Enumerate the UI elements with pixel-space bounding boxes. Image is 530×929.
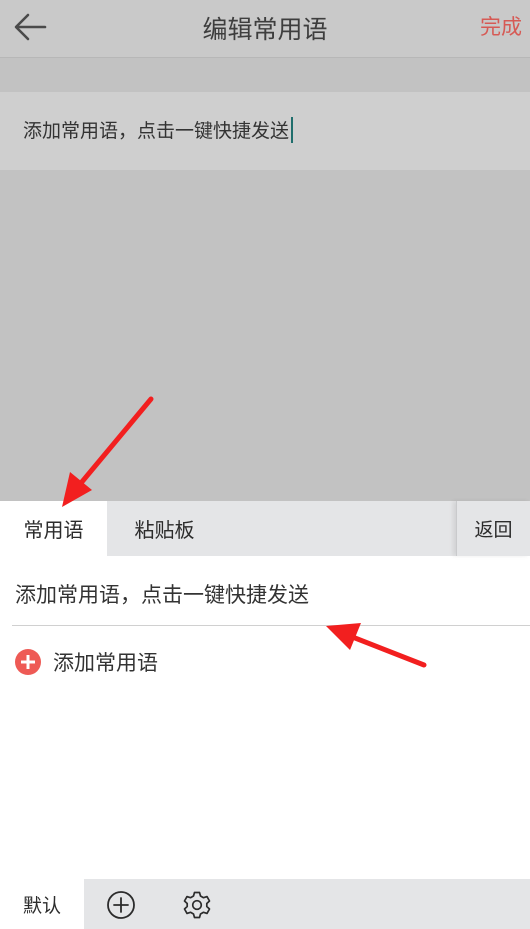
keyboard-bottom-bar: 默认 — [0, 879, 530, 929]
plus-circle-icon[interactable] — [106, 890, 136, 920]
panel-tabs: 常用语 粘贴板 返回 — [0, 501, 530, 556]
gear-icon[interactable] — [182, 890, 212, 920]
add-circle-icon — [15, 649, 41, 675]
add-phrase-label: 添加常用语 — [53, 651, 158, 675]
phrase-editor[interactable]: 添加常用语，点击一键快捷发送 — [0, 92, 530, 170]
phrase-text: 添加常用语，点击一键快捷发送 — [15, 583, 309, 607]
phrase-panel: 常用语 粘贴板 返回 添加常用语，点击一键快捷发送 添加常用语 默认 — [0, 501, 530, 929]
add-phrase-button[interactable]: 添加常用语 — [0, 639, 300, 685]
phrase-editor-field[interactable]: 添加常用语，点击一键快捷发送 — [23, 116, 294, 143]
annotation-arrow-tab — [62, 396, 154, 507]
text-caret — [291, 116, 294, 143]
default-tab[interactable]: 默认 — [0, 879, 84, 929]
phrase-editor-value: 添加常用语，点击一键快捷发送 — [23, 120, 290, 142]
list-item[interactable]: 添加常用语，点击一键快捷发送 — [0, 556, 530, 626]
divider — [12, 625, 530, 626]
page-title: 编辑常用语 — [202, 15, 328, 44]
tab-common-phrases[interactable]: 常用语 — [0, 501, 107, 556]
header-bar: 编辑常用语 完成 — [0, 0, 530, 58]
done-button[interactable]: 完成 — [480, 11, 522, 41]
tab-clipboard[interactable]: 粘贴板 — [107, 501, 222, 556]
return-button[interactable]: 返回 — [456, 501, 530, 556]
